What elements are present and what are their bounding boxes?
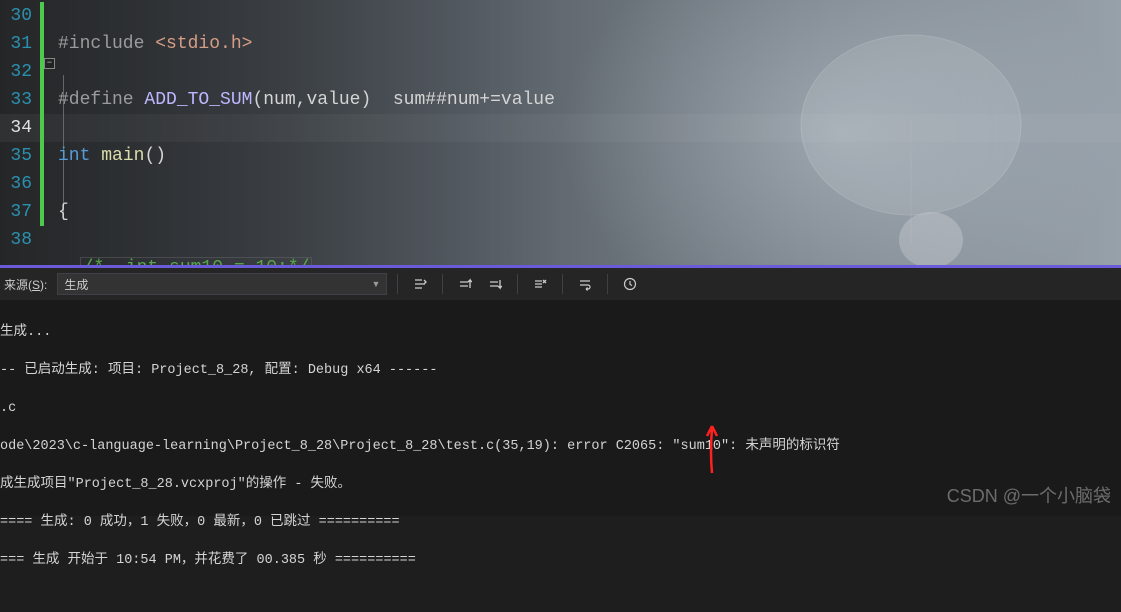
output-line: === 生成 开始于 10:54 PM，并花费了 00.385 秒 ======… [0,551,1121,570]
output-panel: 来源(S): 生成 ▼ 生成... -- 已启动生成: 项目: Project_… [0,268,1121,516]
timestamp-icon[interactable] [618,272,642,296]
output-line: -- 已启动生成: 项目: Project_8_28, 配置: Debug x6… [0,361,1121,380]
toolbar-separator [442,274,443,294]
code-line-32[interactable]: int main() [58,142,555,170]
code-content[interactable]: #include <stdio.h> #define ADD_TO_SUM(nu… [58,0,555,265]
code-line-34[interactable]: /* int sum10 = 10;*/ [58,254,555,265]
code-line-30[interactable]: #include <stdio.h> [58,30,555,58]
output-line-error[interactable]: ode\2023\c-language-learning\Project_8_2… [0,437,1121,456]
next-message-icon[interactable] [483,272,507,296]
prev-message-icon[interactable] [453,272,477,296]
toolbar-separator [397,274,398,294]
output-toolbar: 来源(S): 生成 ▼ [0,268,1121,300]
code-line-31[interactable]: #define ADD_TO_SUM(num,value) sum##num+=… [58,86,555,114]
code-line-33[interactable]: { [58,198,555,226]
toolbar-separator [607,274,608,294]
goto-line-icon[interactable] [408,272,432,296]
toolbar-separator [562,274,563,294]
source-label: 来源(S): [4,276,47,293]
line-number-gutter: 30 31 32 33 34 35 36 37 38 [0,0,40,265]
output-text[interactable]: 生成... -- 已启动生成: 项目: Project_8_28, 配置: De… [0,300,1121,612]
source-dropdown[interactable]: 生成 ▼ [57,273,387,295]
output-line: 生成... [0,323,1121,342]
watermark: CSDN @一个小脑袋 [947,482,1111,508]
word-wrap-icon[interactable] [573,272,597,296]
fold-column: − [44,0,58,265]
chevron-down-icon: ▼ [371,279,380,289]
toolbar-separator [517,274,518,294]
code-editor[interactable]: 30 31 32 33 34 35 36 37 38 − #include <s… [0,0,1121,265]
clear-all-icon[interactable] [528,272,552,296]
fold-toggle[interactable]: − [44,58,55,69]
output-line: .c [0,399,1121,418]
